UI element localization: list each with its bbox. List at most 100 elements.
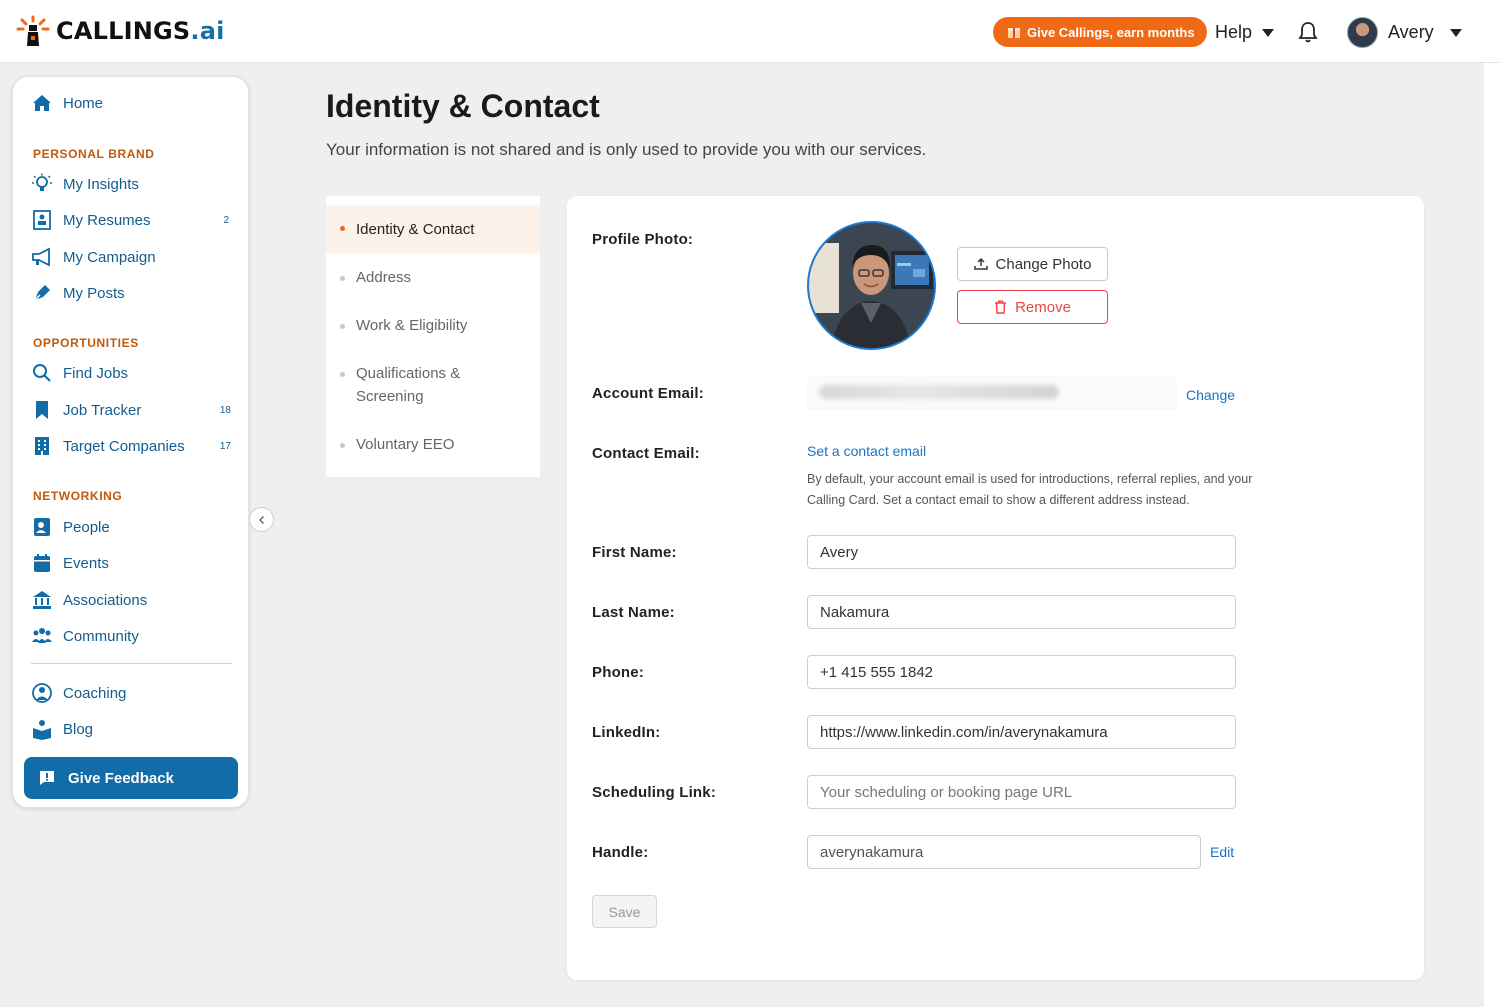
lightbulb-icon (32, 173, 52, 191)
coach-icon (32, 683, 52, 703)
last-name-input[interactable] (807, 595, 1236, 629)
chevron-left-icon (258, 515, 264, 524)
sidebar-item-posts[interactable]: My Posts (31, 281, 125, 305)
section-personal-brand: PERSONAL BRAND (33, 147, 155, 161)
chevron-down-icon (1449, 28, 1462, 37)
remove-photo-label: Remove (1015, 298, 1071, 316)
subnav-item-voluntary-eeo[interactable]: Voluntary EEO (326, 433, 540, 456)
sidebar-item-label: People (63, 518, 110, 536)
feedback-icon (40, 771, 54, 785)
sidebar-item-events[interactable]: Events (31, 551, 109, 575)
building-icon (35, 437, 49, 455)
bullet-icon (340, 443, 345, 448)
bullet-icon (340, 226, 345, 231)
megaphone-icon (32, 247, 50, 267)
resume-icon (33, 210, 51, 230)
notifications-button[interactable] (1298, 21, 1318, 48)
phone-label: Phone: (592, 664, 645, 681)
count-badge: 2 (223, 214, 229, 226)
sidebar-item-job-tracker[interactable]: Job Tracker 18 (31, 398, 231, 422)
sidebar-item-home[interactable]: Home (31, 91, 103, 115)
brand-suffix: .ai (190, 17, 225, 45)
set-contact-email-link[interactable]: Set a contact email (807, 443, 926, 459)
section-networking: NETWORKING (33, 489, 123, 503)
upload-icon (973, 257, 988, 270)
profile-photo-image (809, 223, 934, 348)
sidebar-item-label: My Campaign (63, 248, 156, 266)
contact-email-label: Contact Email: (592, 445, 700, 462)
divider (31, 663, 232, 664)
sidebar-item-label: Coaching (63, 684, 127, 702)
chevron-down-icon (1262, 28, 1275, 37)
brand-name: CALLINGS.ai (56, 17, 225, 45)
promo-label: Give Callings, earn months (1027, 24, 1195, 40)
scrollbar[interactable] (1484, 63, 1500, 1007)
linkedin-input[interactable] (807, 715, 1236, 749)
save-button[interactable]: Save (592, 895, 657, 928)
sidebar-item-label: Events (63, 554, 109, 572)
subnav-item-qualifications[interactable]: Qualifications & Screening (326, 362, 476, 408)
subnav-item-label: Address (356, 269, 412, 286)
sidebar-item-find-jobs[interactable]: Find Jobs (31, 361, 128, 385)
change-account-email-link[interactable]: Change (1186, 387, 1235, 403)
handle-label: Handle: (592, 844, 649, 861)
top-bar: CALLINGS.ai Give Callings, earn months H… (0, 0, 1500, 63)
bookmark-icon (36, 401, 48, 419)
phone-input[interactable] (807, 655, 1236, 689)
last-name-label: Last Name: (592, 604, 675, 621)
sidebar-item-people[interactable]: People (31, 515, 110, 539)
collapse-sidebar-button[interactable] (249, 507, 274, 532)
sidebar-item-label: Associations (63, 591, 148, 609)
profile-photo (807, 221, 936, 350)
sidebar-item-label: Job Tracker (63, 401, 142, 419)
sidebar-item-blog[interactable]: Blog (31, 717, 93, 741)
sidebar-item-target-companies[interactable]: Target Companies 17 (31, 434, 231, 458)
sidebar-item-resumes[interactable]: My Resumes 2 (31, 208, 231, 232)
sidebar-item-label: My Resumes (63, 211, 151, 229)
give-feedback-button[interactable]: Give Feedback (24, 757, 238, 799)
calendar-icon (34, 554, 50, 572)
user-menu[interactable]: Avery (1347, 17, 1462, 48)
sidebar-item-community[interactable]: Community (31, 624, 139, 648)
sidebar-item-associations[interactable]: Associations (31, 588, 147, 612)
edit-handle-link[interactable]: Edit (1210, 844, 1234, 860)
profile-photo-label: Profile Photo: (592, 231, 694, 248)
logo[interactable]: CALLINGS.ai (16, 14, 225, 48)
sidebar: Home PERSONAL BRAND My Insights My Resum… (12, 76, 274, 808)
bullet-icon (340, 372, 345, 377)
page-subtitle: Your information is not shared and is on… (326, 140, 927, 159)
account-email-label: Account Email: (592, 385, 704, 402)
pen-icon (34, 285, 50, 301)
scheduling-link-label: Scheduling Link: (592, 784, 717, 801)
sidebar-item-label: Target Companies (63, 437, 185, 455)
change-photo-button[interactable]: Change Photo (957, 247, 1108, 281)
subnav-item-work-eligibility[interactable]: Work & Eligibility (326, 314, 540, 337)
subnav-item-address[interactable]: Address (326, 266, 540, 289)
sidebar-item-coaching[interactable]: Coaching (31, 681, 126, 705)
linkedin-label: LinkedIn: (592, 724, 661, 741)
contact-email-hint: By default, your account email is used f… (807, 472, 1253, 507)
count-badge: 17 (219, 440, 231, 452)
promo-button[interactable]: Give Callings, earn months (993, 17, 1207, 47)
sidebar-item-label: My Posts (63, 284, 125, 302)
subnav-item-identity-contact[interactable]: Identity & Contact (326, 205, 540, 253)
sidebar-item-label: Home (63, 94, 104, 112)
redacted-text (819, 385, 1059, 399)
subnav-item-label: Voluntary EEO (356, 436, 455, 453)
handle-input[interactable] (807, 835, 1201, 869)
gift-icon (1008, 28, 1020, 38)
change-photo-label: Change Photo (995, 255, 1092, 273)
sidebar-item-insights[interactable]: My Insights (31, 172, 139, 196)
sidebar-item-label: Find Jobs (63, 364, 129, 382)
help-menu[interactable]: Help (1215, 22, 1275, 43)
sidebar-item-campaign[interactable]: My Campaign (31, 245, 156, 269)
institution-icon (33, 591, 51, 609)
page-title: Identity & Contact (326, 88, 600, 124)
search-icon (33, 364, 51, 382)
remove-photo-button[interactable]: Remove (957, 290, 1108, 324)
first-name-input[interactable] (807, 535, 1236, 569)
account-email-value (807, 376, 1177, 410)
give-feedback-label: Give Feedback (68, 769, 174, 787)
scheduling-link-input[interactable] (807, 775, 1236, 809)
reader-icon (33, 720, 51, 740)
